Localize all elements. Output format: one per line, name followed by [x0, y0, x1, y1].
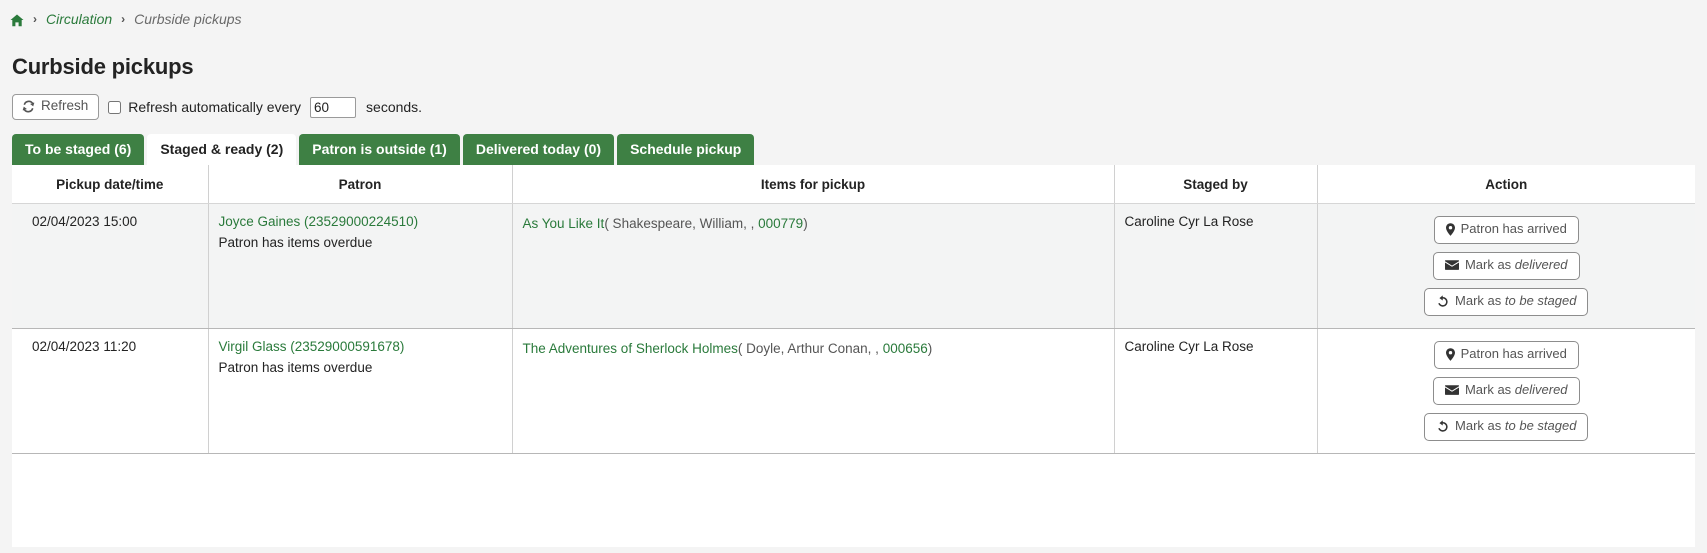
mark-as-delivered-button[interactable]: Mark as delivered	[1433, 377, 1580, 405]
map-pin-icon	[1446, 223, 1455, 236]
action-button-stack: Patron has arrived Mark as delivered	[1326, 341, 1688, 441]
auto-refresh-checkbox[interactable]	[108, 101, 121, 114]
breadcrumb-current-curbside-pickups: Curbside pickups	[134, 11, 241, 27]
breadcrumb-separator-2: ›	[119, 12, 127, 26]
tab-schedule-pickup[interactable]: Schedule pickup	[617, 134, 754, 165]
tab-patron-is-outside[interactable]: Patron is outside (1)	[299, 134, 460, 165]
cell-staged-by: Caroline Cyr La Rose	[1114, 328, 1317, 453]
item-title-link[interactable]: As You Like It	[523, 216, 605, 231]
undo-icon	[1436, 295, 1449, 308]
cell-pickup-datetime: 02/04/2023 15:00	[12, 204, 208, 329]
mark-as-to-be-staged-prefix: Mark as	[1455, 293, 1505, 308]
patron-has-arrived-button[interactable]: Patron has arrived	[1434, 341, 1579, 369]
table-body: 02/04/2023 15:00 Joyce Gaines (235290002…	[12, 204, 1695, 454]
table-row: 02/04/2023 15:00 Joyce Gaines (235290002…	[12, 204, 1695, 329]
item-entry: The Adventures of Sherlock Holmes( Doyle…	[523, 339, 1104, 359]
patron-has-arrived-label: Patron has arrived	[1461, 222, 1567, 237]
mark-as-to-be-staged-emphasis: to be staged	[1505, 293, 1577, 308]
mark-as-to-be-staged-emphasis: to be staged	[1505, 418, 1577, 433]
mark-as-to-be-staged-label: Mark as to be staged	[1455, 294, 1576, 309]
undo-icon	[1436, 420, 1449, 433]
cell-patron: Joyce Gaines (23529000224510) Patron has…	[208, 204, 512, 329]
item-meta-close: )	[928, 341, 933, 356]
item-author-meta: ( Shakespeare, William, ,	[604, 216, 758, 231]
column-header-pickup-datetime[interactable]: Pickup date/time	[12, 165, 208, 204]
mark-as-delivered-prefix: Mark as	[1465, 257, 1515, 272]
column-header-items-for-pickup[interactable]: Items for pickup	[512, 165, 1114, 204]
mark-as-to-be-staged-button[interactable]: Mark as to be staged	[1424, 288, 1588, 316]
column-header-staged-by[interactable]: Staged by	[1114, 165, 1317, 204]
cell-patron: Virgil Glass (23529000591678) Patron has…	[208, 328, 512, 453]
item-author-meta: ( Doyle, Arthur Conan, ,	[738, 341, 883, 356]
mark-as-delivered-label: Mark as delivered	[1465, 258, 1568, 273]
cell-items-for-pickup: As You Like It( Shakespeare, William, , …	[512, 204, 1114, 329]
auto-refresh-group: Refresh automatically every seconds.	[108, 97, 422, 118]
seconds-label: seconds.	[366, 99, 422, 115]
breadcrumb: › Circulation › Curbside pickups	[0, 0, 1707, 30]
mark-as-delivered-emphasis: delivered	[1515, 257, 1568, 272]
refresh-button[interactable]: Refresh	[12, 94, 99, 120]
patron-link[interactable]: Virgil Glass (23529000591678)	[219, 339, 405, 354]
patron-note: Patron has items overdue	[219, 235, 502, 250]
refresh-toolbar: Refresh Refresh automatically every seco…	[12, 94, 1707, 120]
breadcrumb-link-circulation[interactable]: Circulation	[46, 11, 112, 27]
cell-items-for-pickup: The Adventures of Sherlock Holmes( Doyle…	[512, 328, 1114, 453]
tab-staged-ready[interactable]: Staged & ready (2)	[147, 134, 296, 165]
item-barcode-link[interactable]: 000779	[758, 216, 803, 231]
table-header: Pickup date/time Patron Items for pickup…	[12, 165, 1695, 204]
map-pin-icon	[1446, 348, 1455, 361]
envelope-icon	[1445, 385, 1459, 395]
refresh-button-label: Refresh	[41, 99, 88, 114]
mark-as-to-be-staged-button[interactable]: Mark as to be staged	[1424, 413, 1588, 441]
cell-action: Patron has arrived Mark as delivered	[1317, 328, 1695, 453]
patron-has-arrived-label: Patron has arrived	[1461, 347, 1567, 362]
page-title: Curbside pickups	[12, 54, 1707, 80]
home-icon[interactable]	[10, 14, 24, 27]
tab-to-be-staged[interactable]: To be staged (6)	[12, 134, 144, 165]
patron-note: Patron has items overdue	[219, 360, 502, 375]
cell-staged-by: Caroline Cyr La Rose	[1114, 204, 1317, 329]
item-title-link[interactable]: The Adventures of Sherlock Holmes	[523, 341, 738, 356]
refresh-icon	[22, 100, 35, 113]
mark-as-delivered-prefix: Mark as	[1465, 382, 1515, 397]
mark-as-delivered-emphasis: delivered	[1515, 382, 1568, 397]
curbside-pickups-page: › Circulation › Curbside pickups Curbsid…	[0, 0, 1707, 553]
mark-as-to-be-staged-label: Mark as to be staged	[1455, 419, 1576, 434]
column-header-action[interactable]: Action	[1317, 165, 1695, 204]
envelope-icon	[1445, 260, 1459, 270]
item-meta-close: )	[803, 216, 808, 231]
mark-as-to-be-staged-prefix: Mark as	[1455, 418, 1505, 433]
column-header-patron[interactable]: Patron	[208, 165, 512, 204]
patron-link[interactable]: Joyce Gaines (23529000224510)	[219, 214, 419, 229]
cell-action: Patron has arrived Mark as delivered	[1317, 204, 1695, 329]
breadcrumb-separator-1: ›	[31, 12, 39, 26]
item-entry: As You Like It( Shakespeare, William, , …	[523, 214, 1104, 234]
mark-as-delivered-label: Mark as delivered	[1465, 383, 1568, 398]
mark-as-delivered-button[interactable]: Mark as delivered	[1433, 252, 1580, 280]
patron-has-arrived-button[interactable]: Patron has arrived	[1434, 216, 1579, 244]
pickups-table-container: Pickup date/time Patron Items for pickup…	[12, 165, 1695, 547]
auto-refresh-label: Refresh automatically every	[128, 99, 301, 115]
tab-delivered-today[interactable]: Delivered today (0)	[463, 134, 614, 165]
refresh-seconds-input[interactable]	[310, 97, 356, 118]
pickup-status-tabs: To be staged (6) Staged & ready (2) Patr…	[12, 134, 1707, 165]
table-row: 02/04/2023 11:20 Virgil Glass (235290005…	[12, 328, 1695, 453]
action-button-stack: Patron has arrived Mark as delivered	[1326, 216, 1688, 316]
table-header-row: Pickup date/time Patron Items for pickup…	[12, 165, 1695, 204]
cell-pickup-datetime: 02/04/2023 11:20	[12, 328, 208, 453]
item-barcode-link[interactable]: 000656	[883, 341, 928, 356]
pickups-table: Pickup date/time Patron Items for pickup…	[12, 165, 1695, 454]
